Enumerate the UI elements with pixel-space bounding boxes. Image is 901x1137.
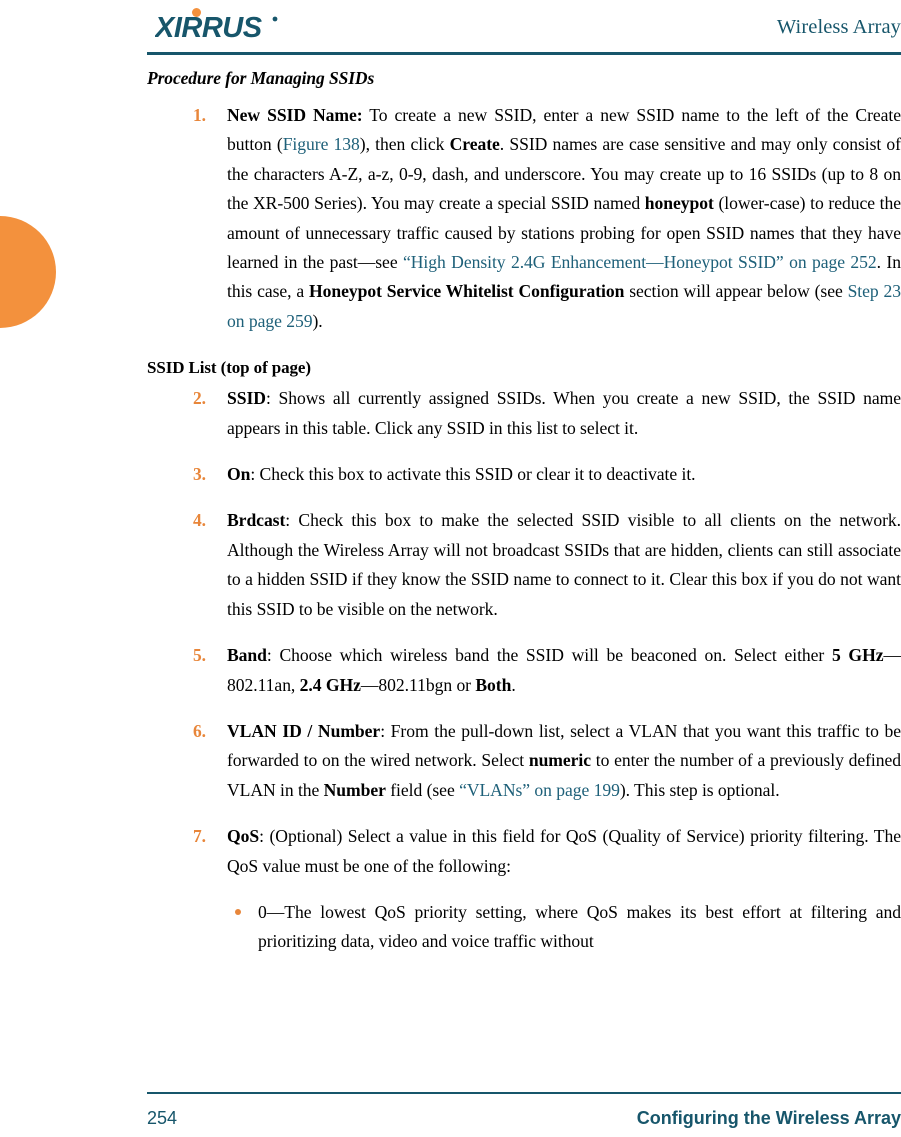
numbered-step: 5. Band: Choose which wireless band the S…: [147, 641, 901, 700]
body-text: 0—The lowest QoS priority setting, where…: [258, 901, 901, 952]
page-edge-tab: [0, 216, 56, 328]
step-number: 4.: [193, 510, 206, 531]
emphasis-term: Create: [449, 134, 500, 155]
step-body: QoS: (Optional) Select a value in this f…: [227, 822, 901, 881]
bullet-dot-icon: [235, 908, 241, 915]
emphasis-term: QoS: [227, 826, 260, 847]
page-content: Procedure for Managing SSIDs 1. New SSID …: [147, 62, 901, 957]
footer-page-number: 254: [147, 1108, 178, 1128]
step-body: New SSID Name: To create a new SSID, ent…: [227, 101, 901, 336]
emphasis-term: VLAN ID / Number: [227, 720, 381, 741]
step-body: VLAN ID / Number: From the pull-down lis…: [227, 717, 901, 805]
body-text: section will appear below (see: [624, 281, 848, 302]
bullet-item: 0—The lowest QoS priority setting, where…: [147, 898, 901, 957]
step-body: Brdcast: Check this box to make the sele…: [227, 506, 901, 624]
step-number: 7.: [193, 826, 206, 847]
body-text: .: [511, 674, 516, 695]
body-text: : Check this box to activate this SSID o…: [250, 464, 696, 485]
steps-group-first: 1. New SSID Name: To create a new SSID, e…: [147, 101, 901, 336]
footer-divider: [147, 1092, 901, 1094]
body-text: : (Optional) Select a value in this fiel…: [227, 826, 901, 876]
step-number: 2.: [193, 388, 206, 409]
step-body: Band: Choose which wireless band the SSI…: [227, 641, 901, 700]
xirrus-logo: XIRRUS: [153, 8, 345, 44]
body-text: : Choose which wireless band the SSID wi…: [266, 645, 832, 666]
cross-reference-link[interactable]: Figure 138: [283, 134, 360, 154]
body-text: —802.11bgn or: [360, 674, 476, 695]
numbered-step: 7. QoS: (Optional) Select a value in this…: [147, 822, 901, 881]
emphasis-term: Both: [475, 674, 512, 695]
step-body: SSID: Shows all currently assigned SSIDs…: [227, 384, 901, 443]
header-title: Wireless Array: [776, 16, 901, 38]
steps-group-second: 2. SSID: Shows all currently assigned SSI…: [147, 384, 901, 881]
emphasis-term: 5 GHz: [831, 645, 884, 666]
numbered-step: 3. On: Check this box to activate this SS…: [147, 460, 901, 489]
body-text: : Check this box to make the selected SS…: [227, 510, 901, 619]
body-text: ), then click: [359, 134, 450, 155]
step-number: 3.: [193, 464, 206, 485]
page-header: XIRRUS Wireless Array: [147, 0, 901, 56]
svg-text:XIRRUS: XIRRUS: [155, 12, 263, 42]
emphasis-term: Honeypot Service Whitelist Configuration: [308, 281, 625, 302]
cross-reference-link[interactable]: “High Density 2.4G Enhancement—Honeypot …: [403, 252, 877, 272]
numbered-step: 4. Brdcast: Check this box to make the se…: [147, 506, 901, 624]
emphasis-term: New SSID Name:: [227, 105, 363, 125]
bullet-list: 0—The lowest QoS priority setting, where…: [147, 898, 901, 957]
document-page: XIRRUS Wireless Array Procedure for Mana…: [147, 0, 901, 1137]
numbered-step: 1. New SSID Name: To create a new SSID, e…: [147, 101, 901, 336]
body-text: : Shows all currently assigned SSIDs. Wh…: [227, 388, 901, 438]
bullet-body: 0—The lowest QoS priority setting, where…: [258, 898, 901, 957]
emphasis-term: 2.4 GHz: [299, 674, 361, 695]
emphasis-term: SSID: [227, 388, 266, 409]
emphasis-term: Number: [323, 779, 386, 800]
step-number: 1.: [193, 105, 206, 125]
section-heading: Procedure for Managing SSIDs: [147, 68, 375, 88]
footer-section-title: Configuring the Wireless Array: [636, 1108, 901, 1128]
emphasis-term: honeypot: [644, 193, 714, 214]
cross-reference-link[interactable]: “VLANs” on page 199: [459, 780, 620, 800]
step-number: 6.: [193, 720, 206, 741]
numbered-step: 2. SSID: Shows all currently assigned SSI…: [147, 384, 901, 443]
step-number: 5.: [193, 645, 206, 666]
sub-heading-ssid-list: SSID List (top of page): [147, 358, 311, 378]
body-text: ).: [312, 310, 323, 331]
numbered-step: 6. VLAN ID / Number: From the pull-down l…: [147, 717, 901, 805]
body-text: field (see: [385, 779, 460, 800]
header-divider: [147, 52, 901, 55]
emphasis-term: On: [227, 464, 251, 485]
step-body: On: Check this box to activate this SSID…: [227, 460, 901, 489]
emphasis-term: Brdcast: [227, 510, 286, 531]
emphasis-term: Band: [227, 645, 267, 666]
emphasis-term: numeric: [528, 750, 592, 771]
body-text: ). This step is optional.: [619, 779, 780, 800]
